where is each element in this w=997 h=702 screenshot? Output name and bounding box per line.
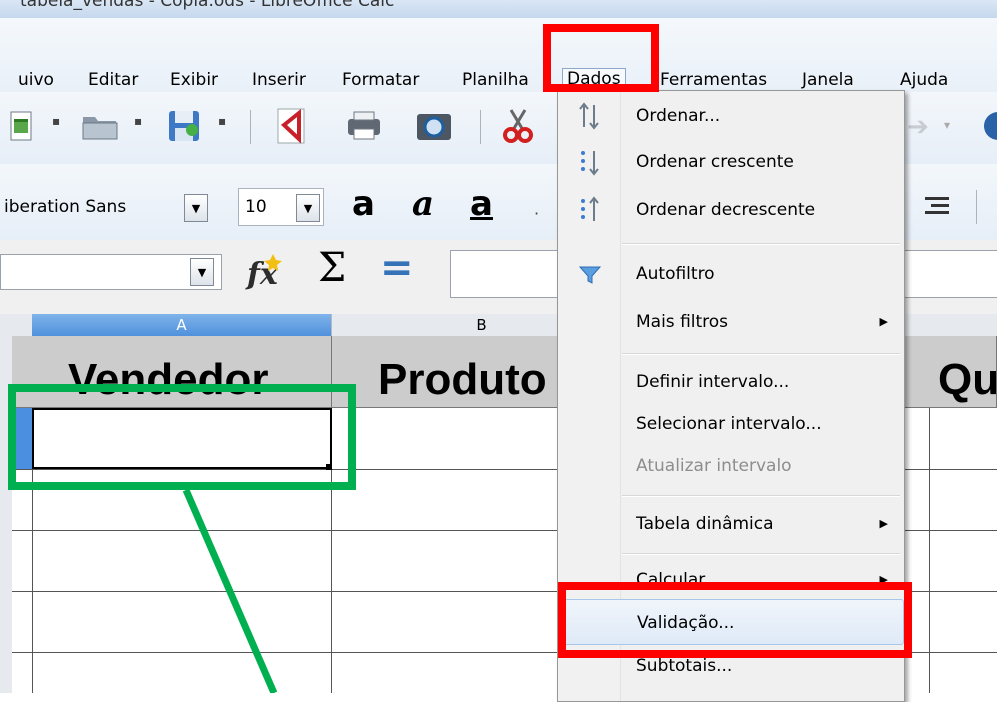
font-name-dropdown-icon[interactable]: ▼ — [184, 194, 208, 222]
toolbar-separator — [480, 110, 481, 144]
new-dropdown-icon[interactable]: ▪ — [52, 114, 60, 128]
menu-janela[interactable]: Janela — [798, 70, 858, 90]
redo-dropdown-icon[interactable]: ▾ — [944, 118, 950, 132]
submenu-arrow-icon: ▶ — [879, 315, 888, 328]
align-right-icon[interactable] — [916, 190, 956, 224]
menu-exibir[interactable]: Exibir — [166, 70, 222, 90]
menu-bar: uivo Editar Exibir Inserir Formatar Plan… — [0, 18, 997, 92]
sort-descending-icon — [576, 195, 604, 225]
bold-icon[interactable]: a — [352, 184, 375, 224]
menu-item-ordenar-crescente[interactable]: Ordenar crescente — [558, 139, 904, 185]
menu-editar[interactable]: Editar — [84, 70, 142, 90]
print-icon[interactable] — [340, 104, 388, 148]
menu-separator — [622, 553, 900, 555]
menu-item-mais-filtros[interactable]: Mais filtros ▶ — [558, 299, 904, 345]
print-preview-icon[interactable] — [410, 104, 458, 148]
save-dropdown-icon[interactable]: ▪ — [218, 114, 226, 128]
grid-line — [929, 408, 930, 693]
menu-separator — [622, 495, 900, 497]
sum-icon[interactable]: Σ — [318, 244, 346, 292]
highlight-validacao-item — [558, 582, 912, 658]
menu-item-tabela-dinamica[interactable]: Tabela dinâmica ▶ — [558, 501, 904, 547]
cell-d1-quantidade[interactable]: Qu — [930, 336, 997, 408]
window-title: tabela_vendas - Copia.ods - LibreOffice … — [20, 0, 395, 11]
export-pdf-icon[interactable] — [270, 104, 314, 148]
font-size-value: 10 — [245, 197, 267, 217]
menu-separator — [622, 353, 900, 355]
highlight-dados-menu — [543, 24, 659, 92]
sort-icon — [576, 101, 604, 131]
title-bar: tabela_vendas - Copia.ods - LibreOffice … — [0, 0, 997, 18]
menu-inserir[interactable]: Inserir — [248, 70, 310, 90]
italic-icon[interactable]: a — [412, 184, 434, 224]
column-header-a[interactable]: A — [32, 314, 332, 336]
menu-item-autofiltro[interactable]: Autofiltro — [558, 251, 904, 297]
save-icon[interactable] — [160, 104, 208, 148]
font-size-dropdown-icon[interactable]: ▼ — [296, 194, 320, 222]
toolbar-separator — [250, 110, 251, 144]
open-folder-icon[interactable] — [76, 104, 124, 148]
submenu-arrow-icon: ▶ — [879, 517, 888, 530]
font-name-box[interactable]: iberation Sans — [0, 188, 174, 226]
menu-arquivo[interactable]: uivo — [14, 70, 58, 90]
menu-ajuda[interactable]: Ajuda — [896, 70, 952, 90]
menu-item-definir-intervalo[interactable]: Definir intervalo... — [558, 359, 904, 405]
autofilter-icon — [576, 259, 604, 289]
new-document-icon[interactable] — [0, 104, 40, 148]
menu-item-selecionar-intervalo[interactable]: Selecionar intervalo... — [558, 401, 904, 447]
underline-dropdown-icon[interactable]: · — [534, 204, 539, 223]
underline-icon[interactable]: a — [470, 184, 493, 224]
cut-icon[interactable] — [494, 104, 542, 148]
menu-item-atualizar-intervalo: Atualizar intervalo — [636, 456, 792, 476]
menu-item-ordenar-decrescente[interactable]: Ordenar decrescente — [558, 187, 904, 233]
hyperlink-icon[interactable] — [972, 106, 997, 146]
menu-separator — [622, 243, 900, 245]
menu-ferramentas[interactable]: Ferramentas — [656, 70, 771, 90]
toolbar-separator — [976, 190, 977, 224]
row-header-bar — [0, 314, 12, 693]
sort-ascending-icon — [576, 147, 604, 177]
menu-planilha[interactable]: Planilha — [458, 70, 533, 90]
name-box-dropdown-icon[interactable]: ▼ — [190, 258, 214, 286]
function-equals-icon[interactable]: = — [380, 244, 414, 292]
function-wizard-icon[interactable]: fx — [240, 248, 290, 294]
open-dropdown-icon[interactable]: ▪ — [134, 114, 142, 128]
name-box[interactable] — [0, 254, 222, 290]
highlight-cell-a2 — [8, 384, 356, 490]
menu-item-ordenar[interactable]: Ordenar... — [558, 93, 904, 139]
menu-formatar[interactable]: Formatar — [338, 70, 423, 90]
